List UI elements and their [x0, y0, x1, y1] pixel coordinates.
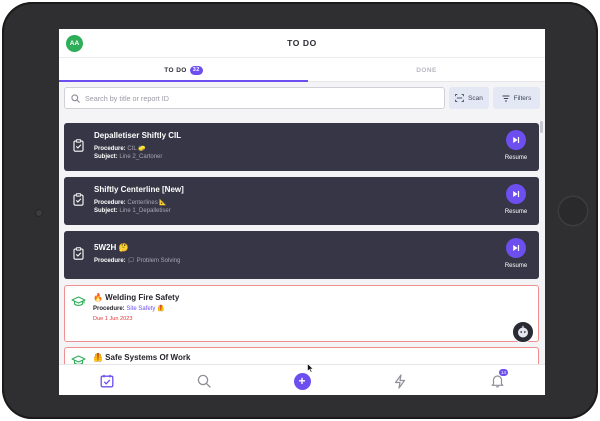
scrollbar[interactable] [540, 117, 543, 362]
nav-add[interactable]: + [292, 371, 312, 391]
nav-activity[interactable] [390, 371, 410, 391]
task-card[interactable]: 🦺 Safe Systems Of Work [64, 347, 539, 364]
task-card[interactable]: 🔥 Welding Fire Safety Procedure: Site Sa… [64, 285, 539, 342]
clipboard-check-icon [73, 193, 84, 206]
scan-button[interactable]: Scan [449, 87, 489, 109]
procedure-value: 🗯 Problem Solving [127, 258, 181, 264]
active-tab-indicator [59, 80, 308, 82]
calendar-check-icon [100, 374, 114, 388]
due-date: Due 1 Jun 2023 [93, 316, 133, 322]
task-title: Shiftly Centerline [New] [94, 185, 184, 194]
camera [35, 209, 43, 217]
filters-button-label: Filters [513, 94, 532, 102]
top-bar: AA TO DO [59, 29, 545, 57]
task-procedure: Procedure: CIL 🧽 [94, 145, 146, 152]
nav-tasks[interactable] [97, 371, 117, 391]
home-button[interactable] [559, 197, 587, 225]
filters-button[interactable]: Filters [493, 87, 540, 109]
clipboard-check-icon [73, 139, 84, 152]
task-title: 5W2H 🤔 [94, 243, 129, 252]
filter-icon [502, 95, 510, 101]
procedure-value: Site Safety 🦺 [126, 306, 165, 312]
tab-todo[interactable]: TO DO 32 [59, 58, 308, 82]
robot-avatar-icon [518, 325, 528, 338]
resume-label: Resume [504, 155, 528, 161]
procedure-label: Procedure: [93, 306, 125, 312]
bell-icon [491, 375, 503, 388]
app-screen: AA TO DO TO DO 32 DONE Scan Filters [59, 29, 545, 395]
task-card[interactable]: Depalletiser Shiftly CIL Procedure: CIL … [64, 123, 539, 171]
search-icon [197, 374, 211, 388]
support-chat-avatar[interactable] [512, 321, 534, 343]
graduation-cap-icon [71, 355, 86, 364]
procedure-label: Procedure: [94, 146, 126, 152]
task-list: Depalletiser Shiftly CIL Procedure: CIL … [59, 116, 545, 364]
skip-forward-icon [513, 245, 520, 251]
task-procedure: Procedure: Site Safety 🦺 [93, 305, 165, 312]
graduation-cap-icon [71, 296, 86, 306]
subject-value: Line 1_Depalletiser [119, 208, 171, 214]
procedure-value: CIL 🧽 [127, 146, 146, 152]
task-card[interactable]: 5W2H 🤔 Procedure: 🗯 Problem Solving Resu… [64, 231, 539, 279]
resume-button[interactable] [506, 238, 526, 258]
tab-todo-label: TO DO [164, 66, 187, 74]
tablet-frame: AA TO DO TO DO 32 DONE Scan Filters [2, 2, 598, 419]
subject-label: Subject: [94, 208, 118, 214]
notification-count-badge: 14 [499, 369, 509, 376]
resume-button[interactable] [506, 184, 526, 204]
clipboard-check-icon [73, 247, 84, 260]
skip-forward-icon [513, 191, 520, 197]
task-title: 🦺 Safe Systems Of Work [93, 353, 191, 362]
task-card[interactable]: Shiftly Centerline [New] Procedure: Cent… [64, 177, 539, 225]
task-title: 🔥 Welding Fire Safety [93, 293, 180, 302]
subject-value: Line 2_Cartoner [119, 154, 163, 160]
resume-button[interactable] [506, 130, 526, 150]
task-title: Depalletiser Shiftly CIL [94, 131, 182, 140]
mouse-cursor-icon [307, 363, 314, 373]
procedure-value: Centerlines 📐 [127, 200, 167, 206]
skip-forward-icon [513, 137, 520, 143]
nav-notifications[interactable]: 14 [487, 369, 509, 391]
search-input[interactable] [85, 93, 425, 103]
task-subject: Subject: Line 2_Cartoner [94, 154, 162, 160]
bottom-nav: + 14 [59, 364, 545, 395]
procedure-label: Procedure: [94, 200, 126, 206]
tab-bar: TO DO 32 DONE [59, 57, 545, 82]
resume-label: Resume [504, 209, 528, 215]
todo-count-badge: 32 [189, 65, 203, 75]
scan-icon [455, 94, 464, 102]
page-title: TO DO [287, 38, 317, 48]
task-subject: Subject: Line 1_Depalletiser [94, 208, 171, 214]
procedure-label: Procedure: [94, 258, 126, 264]
task-procedure: Procedure: 🗯 Problem Solving [94, 257, 180, 264]
lightning-icon [394, 373, 406, 389]
tab-done[interactable]: DONE [308, 58, 545, 82]
search-icon [71, 93, 80, 103]
scan-button-label: Scan [468, 94, 483, 102]
nav-search[interactable] [194, 371, 214, 391]
add-icon: + [293, 372, 311, 390]
scrollbar-thumb[interactable] [540, 121, 543, 133]
search-box [64, 87, 445, 109]
tab-done-label: DONE [416, 66, 437, 74]
task-procedure: Procedure: Centerlines 📐 [94, 199, 167, 206]
subject-label: Subject: [94, 154, 118, 160]
resume-label: Resume [504, 263, 528, 269]
